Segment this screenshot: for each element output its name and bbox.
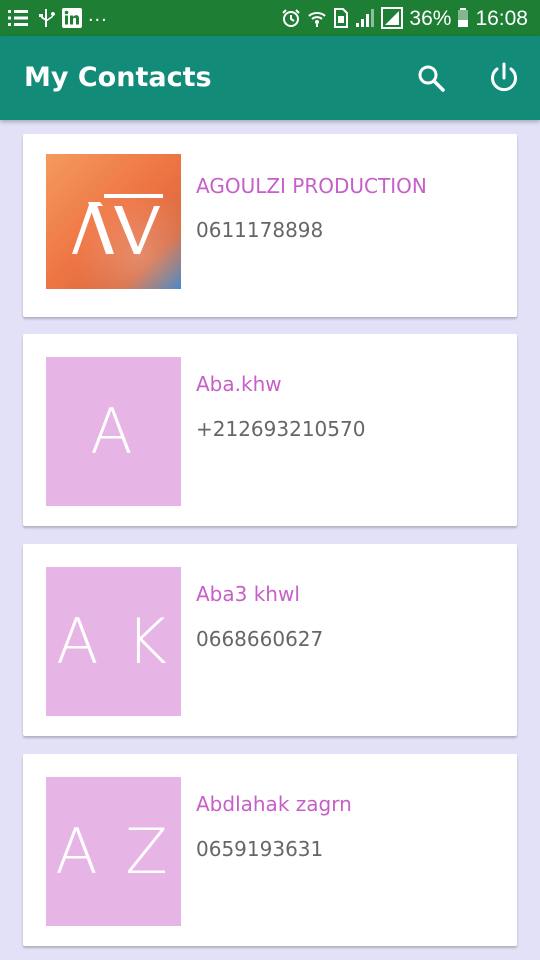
app-bar: My Contacts [0,36,540,120]
logout-button[interactable] [484,58,524,98]
contact-card[interactable]: AGOULZI PRODUCTION 0611178898 [23,134,517,317]
contact-card[interactable]: A Aba.khw +212693210570 [23,334,517,526]
contact-phone: 0611178898 [196,218,324,242]
list-icon [8,9,30,27]
contact-card[interactable]: A K Aba3 khwl 0668660627 [23,544,517,736]
contact-phone: 0668660627 [196,627,324,651]
status-left: ... [8,3,108,29]
battery-icon [457,8,469,28]
alarm-icon [281,8,301,28]
contact-card[interactable]: A Z Abdlahak zagrn 0659193631 [23,754,517,946]
search-button[interactable] [411,58,451,98]
signal-icon [355,8,375,28]
contact-avatar [46,154,181,289]
sim-icon [333,8,349,28]
battery-percent: 36% [409,6,452,30]
contact-name: Aba.khw [196,372,282,396]
contact-phone: +212693210570 [196,417,366,441]
contact-name: AGOULZI PRODUCTION [196,174,427,198]
contact-list[interactable]: AGOULZI PRODUCTION 0611178898 A Aba.khw … [0,120,540,960]
linkedin-icon [62,8,82,28]
page-title: My Contacts [24,62,212,93]
contact-avatar: A [46,357,181,506]
status-right: 36% 16:08 [281,5,528,31]
contact-phone: 0659193631 [196,837,324,861]
contact-avatar: A Z [46,777,181,926]
wifi-icon [307,8,327,28]
status-bar: ... 36% 16:08 [0,0,540,36]
contact-name: Aba3 khwl [196,582,300,606]
clock: 16:08 [475,6,528,30]
power-icon [491,62,517,92]
status-overflow: ... [88,3,108,26]
av-logo-icon [46,154,181,289]
contact-avatar: A K [46,567,181,716]
signal-r-icon [381,7,404,29]
usb-icon [36,8,56,28]
search-icon [418,65,445,92]
contact-name: Abdlahak zagrn [196,792,352,816]
